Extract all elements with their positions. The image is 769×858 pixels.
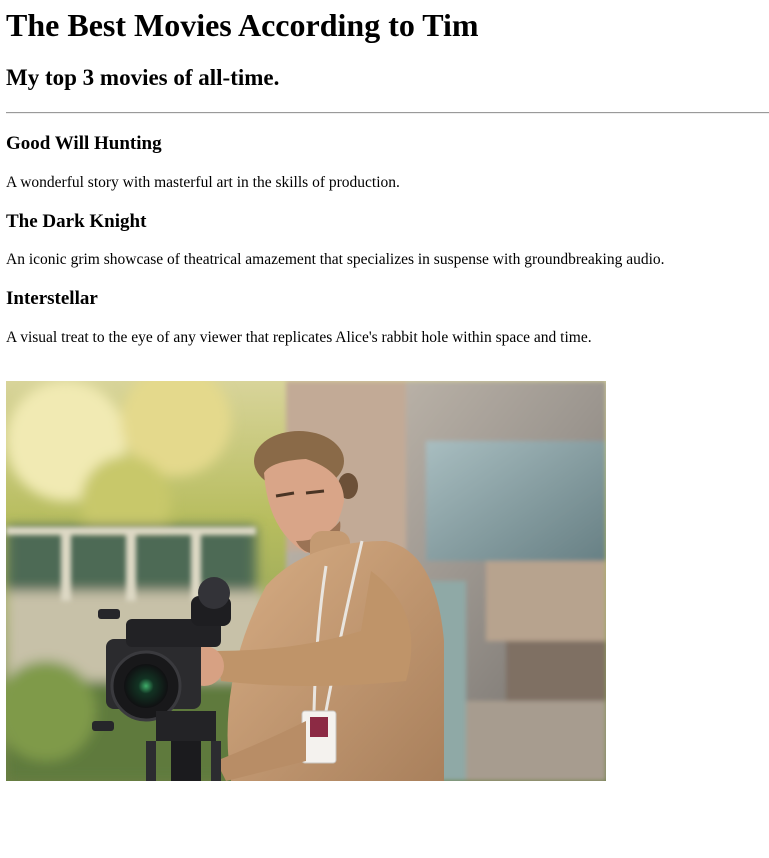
movie-title-3: Interstellar bbox=[6, 288, 98, 309]
page-title: The Best Movies According to Tim bbox=[6, 7, 479, 43]
movie-description-3: A visual treat to the eye of any viewer … bbox=[6, 329, 592, 346]
divider bbox=[6, 112, 769, 114]
page: The Best Movies According to Tim My top … bbox=[0, 0, 769, 858]
movie-description-1: A wonderful story with masterful art in … bbox=[6, 174, 400, 191]
cameraman-photo bbox=[6, 381, 606, 781]
movie-title-2: The Dark Knight bbox=[6, 211, 147, 232]
movie-title-1: Good Will Hunting bbox=[6, 133, 162, 154]
movie-description-2: An iconic grim showcase of theatrical am… bbox=[6, 251, 665, 268]
page-subtitle: My top 3 movies of all-time. bbox=[6, 65, 280, 90]
